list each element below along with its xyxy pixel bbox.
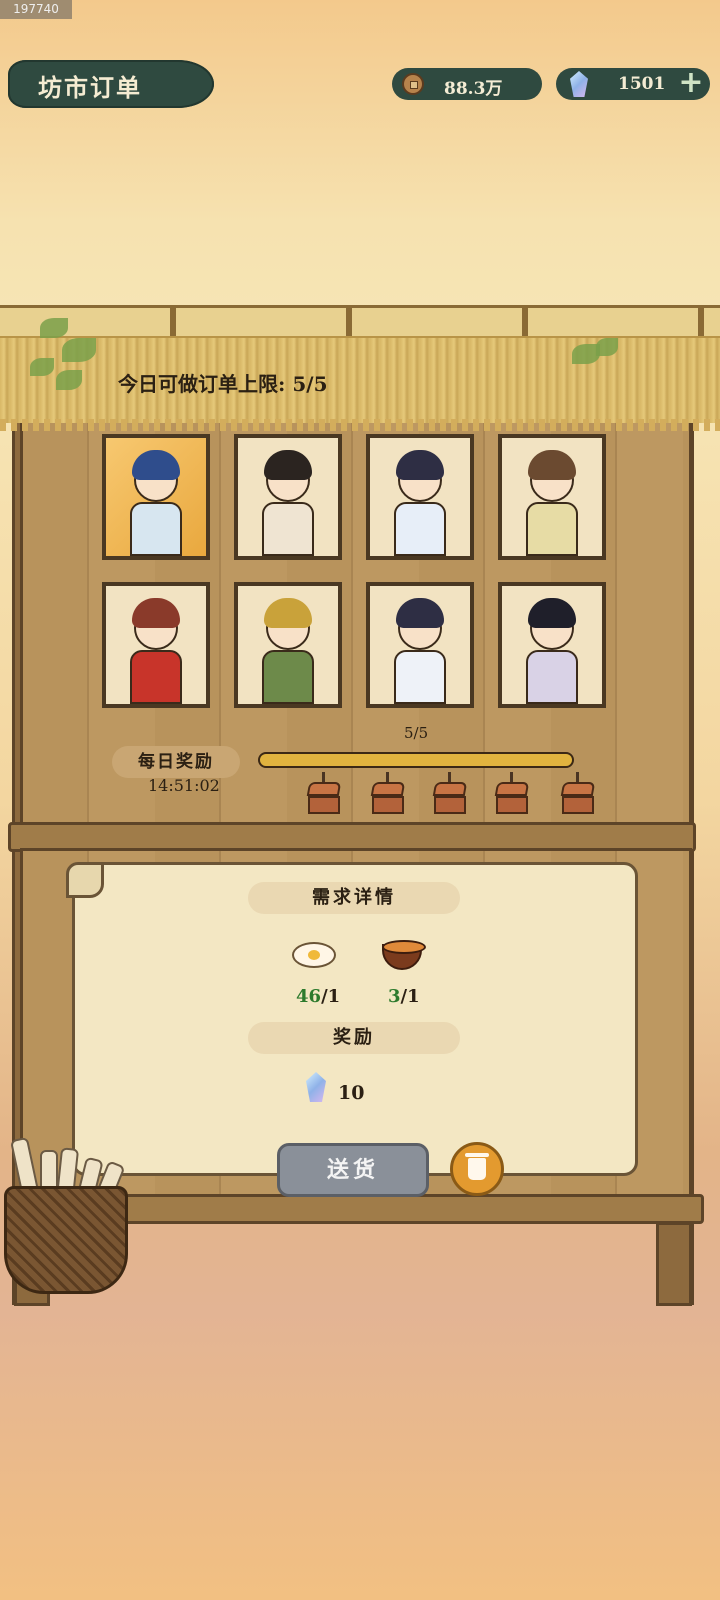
chest-hook <box>386 772 389 782</box>
details-title: 需求详情 <box>248 882 460 914</box>
egg-need: /1 <box>321 986 341 1007</box>
customer-window[interactable] <box>498 434 606 560</box>
coin-amount: 88.3万 <box>444 79 503 99</box>
chest-box <box>496 796 528 814</box>
soup-quantity: 3/1 <box>388 986 420 1007</box>
reward-chest-icon[interactable] <box>560 772 596 816</box>
coin-balance: 88.3万 <box>392 68 542 100</box>
vine-leaf <box>56 370 82 390</box>
trash-icon <box>465 1153 489 1180</box>
scroll-basket[interactable] <box>4 1186 128 1294</box>
blue-ribbon-disciple <box>388 596 452 704</box>
character-body <box>262 502 314 556</box>
daily-progress-count: 5/5 <box>404 724 429 742</box>
vine-leaf <box>30 358 54 376</box>
character-hair <box>132 450 180 480</box>
dragon-customer <box>124 448 188 556</box>
customer-window[interactable] <box>102 434 210 560</box>
character-body <box>394 650 446 704</box>
character-hair <box>396 598 444 628</box>
chest-box <box>562 796 594 814</box>
gem-balance: 1501 + <box>556 68 710 100</box>
daily-reward-label: 每日奖励 <box>112 746 240 778</box>
customer-window[interactable] <box>234 434 342 560</box>
reward-amount: 10 <box>338 1082 365 1104</box>
build-number: 197740 <box>0 0 72 19</box>
chest-lid <box>494 782 530 796</box>
reward-chest-icon[interactable] <box>306 772 342 816</box>
daily-progress-fill <box>260 754 572 766</box>
reward-chest-icon[interactable] <box>370 772 406 816</box>
character-hair <box>396 450 444 480</box>
fried-egg-icon[interactable] <box>292 942 336 968</box>
character-body <box>526 502 578 556</box>
deliver-button[interactable]: 送货 <box>277 1143 429 1197</box>
chest-hook <box>322 772 325 782</box>
customer-window[interactable] <box>102 582 210 708</box>
chest-hook <box>448 772 451 782</box>
vine-leaf <box>596 338 618 356</box>
spirit-crystal-icon <box>570 71 588 97</box>
blue-ribbon-girl <box>388 448 452 556</box>
chest-box <box>372 796 404 814</box>
daily-progress-bar <box>258 752 574 768</box>
right-leg <box>656 1222 692 1306</box>
chest-hook <box>576 772 579 782</box>
character-body <box>130 502 182 556</box>
chest-lid <box>432 782 468 796</box>
character-hair <box>264 598 312 628</box>
veiled-merchant <box>256 596 320 704</box>
add-gems-button[interactable]: + <box>674 68 708 100</box>
daily-reward-timer: 14:51:02 <box>148 776 220 795</box>
character-hair <box>528 598 576 628</box>
vine-leaf <box>62 338 96 362</box>
chest-lid <box>306 782 342 796</box>
daily-order-limit: 今日可做订单上限: 5/5 <box>118 372 328 396</box>
character-hair <box>264 450 312 480</box>
egg-have: 46 <box>296 986 322 1007</box>
discard-order-button[interactable] <box>450 1142 504 1196</box>
reward-chest-icon[interactable] <box>432 772 468 816</box>
soup-have: 3 <box>388 986 401 1007</box>
customer-window[interactable] <box>366 582 474 708</box>
reward-title: 奖励 <box>248 1022 460 1054</box>
chest-lid <box>370 782 406 796</box>
character-body <box>130 650 182 704</box>
boar-customer <box>124 596 188 704</box>
twin-bun-girl <box>520 448 584 556</box>
paper-corner <box>66 862 104 898</box>
customer-window[interactable] <box>366 434 474 560</box>
chest-lid <box>560 782 596 796</box>
chest-box <box>434 796 466 814</box>
character-body <box>394 502 446 556</box>
vine-leaf <box>40 318 68 338</box>
customer-window[interactable] <box>498 582 606 708</box>
page-title: 坊市订单 <box>38 73 142 102</box>
soup-need: /1 <box>400 986 420 1007</box>
character-hair <box>528 450 576 480</box>
reward-chest-icon[interactable] <box>494 772 530 816</box>
dark-hair-youth <box>520 596 584 704</box>
page-title-banner: 坊市订单 <box>8 60 214 108</box>
egg-quantity: 46/1 <box>296 986 340 1007</box>
character-body <box>526 650 578 704</box>
customer-window[interactable] <box>234 582 342 708</box>
chest-hook <box>510 772 513 782</box>
thatched-roof <box>0 305 720 431</box>
character-hair <box>132 598 180 628</box>
character-body <box>262 650 314 704</box>
gem-amount: 1501 <box>618 74 666 94</box>
chest-box <box>308 796 340 814</box>
copper-coin-icon <box>402 73 424 95</box>
apprentice-customer <box>256 448 320 556</box>
